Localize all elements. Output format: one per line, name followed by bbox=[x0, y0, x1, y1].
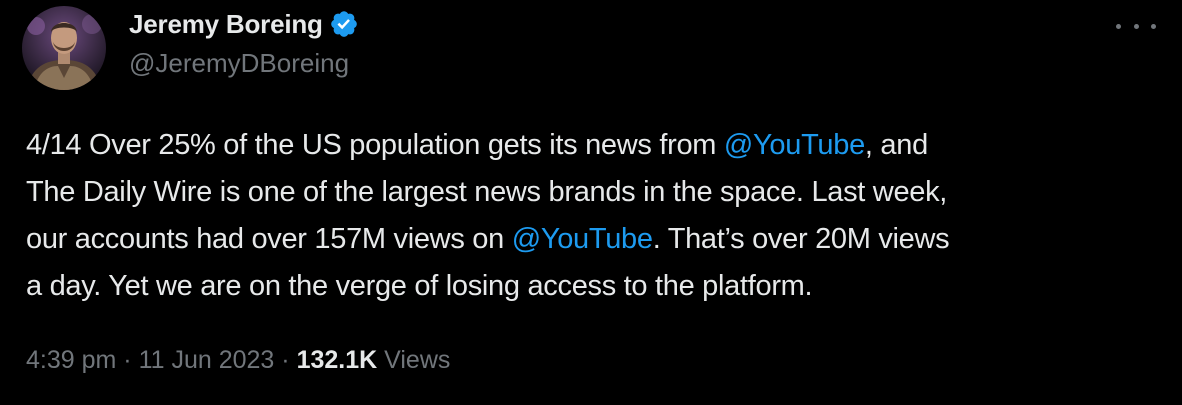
tweet-text: 4/14 Over 25% of the US population gets … bbox=[26, 122, 1166, 310]
more-options-icon[interactable] bbox=[1116, 14, 1156, 38]
separator: · bbox=[274, 346, 297, 374]
dot-icon bbox=[1133, 23, 1139, 29]
mention-link[interactable]: @YouTube bbox=[512, 223, 653, 255]
tweet-text-segment: , and bbox=[864, 129, 928, 161]
verified-badge-icon bbox=[329, 9, 359, 39]
author-name-row[interactable]: Jeremy Boreing bbox=[129, 6, 359, 42]
dot-icon bbox=[1151, 23, 1156, 29]
views-count[interactable]: 132.1K bbox=[297, 346, 378, 375]
tweet-line: a day. Yet we are on the verge of losing… bbox=[26, 270, 813, 302]
tweet-card: Jeremy Boreing @JeremyDBoreing 4/14 Over… bbox=[0, 0, 1182, 405]
tweet-text-segment: 4/14 Over 25% of the US population gets … bbox=[26, 129, 724, 161]
tweet-text-segment: our accounts had over 157M views on bbox=[26, 223, 512, 255]
tweet-line: 4/14 Over 25% of the US population gets … bbox=[26, 122, 1166, 169]
author-handle[interactable]: @JeremyDBoreing bbox=[129, 48, 349, 79]
tweet-time[interactable]: 4:39 pm bbox=[26, 346, 116, 375]
tweet-text-segment: . That’s over 20M views bbox=[652, 223, 950, 255]
dot-icon bbox=[1116, 23, 1121, 29]
tweet-metadata: 4:39 pm · 11 Jun 2023 · 132.1K Views bbox=[26, 346, 450, 375]
views-label: Views bbox=[377, 346, 451, 374]
avatar[interactable] bbox=[22, 6, 106, 90]
mention-link[interactable]: @YouTube bbox=[724, 129, 865, 161]
avatar-image bbox=[22, 6, 106, 90]
tweet-line: our accounts had over 157M views on @You… bbox=[26, 216, 1166, 263]
author-display-name[interactable]: Jeremy Boreing bbox=[129, 9, 323, 40]
tweet-line: The Daily Wire is one of the largest new… bbox=[26, 176, 948, 208]
tweet-date[interactable]: 11 Jun 2023 bbox=[139, 346, 275, 375]
separator: · bbox=[116, 346, 139, 374]
